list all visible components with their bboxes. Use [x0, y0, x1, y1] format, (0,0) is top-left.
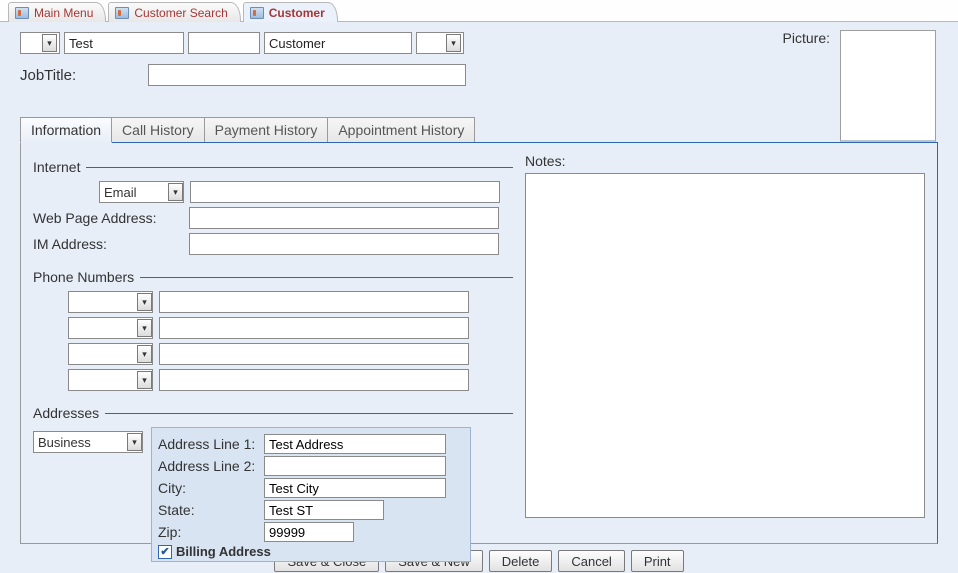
addr-line1-label: Address Line 1: [158, 436, 260, 452]
chevron-down-icon: ▾ [137, 371, 152, 389]
email-type-select[interactable]: Email ▾ [99, 181, 184, 203]
notes-field[interactable] [525, 173, 925, 518]
phone-number-field[interactable] [159, 369, 469, 391]
doc-tab-label: Customer Search [134, 6, 227, 20]
tab-page-information: Internet Email ▾ Web Page Address: [20, 142, 938, 544]
phone-row: ▾ [33, 291, 513, 313]
phone-type-select[interactable]: ▾ [68, 291, 153, 313]
phone-number-field[interactable] [159, 343, 469, 365]
jobtitle-field[interactable] [148, 64, 466, 86]
billing-row: ✔ Billing Address [158, 544, 464, 559]
customer-form-window: Main Menu Customer Search Customer Pictu… [0, 0, 958, 573]
billing-checkbox[interactable]: ✔ [158, 545, 172, 559]
email-row: Email ▾ [33, 181, 513, 203]
tab-appointment-history[interactable]: Appointment History [328, 117, 475, 143]
im-row: IM Address: [33, 233, 513, 255]
internet-legend: Internet [33, 159, 513, 175]
webpage-label: Web Page Address: [33, 210, 183, 226]
addr-zip-label: Zip: [158, 524, 260, 540]
form-body: Picture: ▾ ▾ JobTitle: Information Call … [0, 22, 958, 573]
im-field[interactable] [189, 233, 499, 255]
suffix-select[interactable]: ▾ [416, 32, 464, 54]
form-icon [115, 7, 129, 19]
address-type-select[interactable]: Business ▾ [33, 431, 143, 453]
billing-label: Billing Address [176, 544, 271, 559]
detail-tab-control: Information Call History Payment History… [20, 116, 938, 544]
phone-row: ▾ [33, 317, 513, 339]
webpage-row: Web Page Address: [33, 207, 513, 229]
doc-tab-label: Customer [269, 6, 325, 20]
phone-row: ▾ [33, 369, 513, 391]
addr-line1-field[interactable] [264, 434, 446, 454]
doc-tab-customer-search[interactable]: Customer Search [108, 2, 240, 22]
email-field[interactable] [190, 181, 500, 203]
addr-state-field[interactable] [264, 500, 384, 520]
addr-city-label: City: [158, 480, 260, 496]
phone-number-field[interactable] [159, 317, 469, 339]
phone-legend: Phone Numbers [33, 269, 513, 285]
phone-row: ▾ [33, 343, 513, 365]
last-name-field[interactable] [264, 32, 412, 54]
left-column: Internet Email ▾ Web Page Address: [33, 153, 513, 533]
chevron-down-icon: ▾ [168, 183, 183, 201]
chevron-down-icon: ▾ [446, 34, 461, 52]
phone-type-select[interactable]: ▾ [68, 317, 153, 339]
chevron-down-icon: ▾ [137, 319, 152, 337]
picture-frame[interactable] [840, 30, 936, 142]
addr-city-field[interactable] [264, 478, 446, 498]
addresses-legend: Addresses [33, 405, 513, 421]
title-select[interactable]: ▾ [20, 32, 60, 54]
phone-type-select[interactable]: ▾ [68, 369, 153, 391]
middle-name-field[interactable] [188, 32, 260, 54]
picture-block: Picture: [783, 30, 936, 142]
webpage-field[interactable] [189, 207, 499, 229]
form-icon [250, 7, 264, 19]
tab-information[interactable]: Information [20, 117, 112, 143]
addr-zip-field[interactable] [264, 522, 354, 542]
tab-payment-history[interactable]: Payment History [205, 117, 329, 143]
addr-line2-field[interactable] [264, 456, 446, 476]
tab-call-history[interactable]: Call History [112, 117, 205, 143]
address-panel: Address Line 1: Address Line 2: City: [151, 427, 471, 562]
address-wrap: Business ▾ Address Line 1: Address Line … [33, 427, 513, 562]
document-tab-strip: Main Menu Customer Search Customer [0, 0, 958, 22]
doc-tab-customer[interactable]: Customer [243, 2, 338, 22]
picture-label: Picture: [783, 30, 830, 46]
addr-line2-label: Address Line 2: [158, 458, 260, 474]
addr-state-label: State: [158, 502, 260, 518]
right-column: Notes: [525, 153, 925, 533]
doc-tab-main-menu[interactable]: Main Menu [8, 2, 106, 22]
first-name-field[interactable] [64, 32, 184, 54]
notes-label: Notes: [525, 153, 925, 169]
jobtitle-label: JobTitle: [20, 67, 140, 84]
print-button[interactable]: Print [631, 550, 684, 572]
im-label: IM Address: [33, 236, 183, 252]
phone-number-field[interactable] [159, 291, 469, 313]
chevron-down-icon: ▾ [42, 34, 57, 52]
phone-type-select[interactable]: ▾ [68, 343, 153, 365]
chevron-down-icon: ▾ [127, 433, 142, 451]
chevron-down-icon: ▾ [137, 293, 152, 311]
cancel-button[interactable]: Cancel [558, 550, 624, 572]
form-icon [15, 7, 29, 19]
chevron-down-icon: ▾ [137, 345, 152, 363]
doc-tab-label: Main Menu [34, 6, 93, 20]
